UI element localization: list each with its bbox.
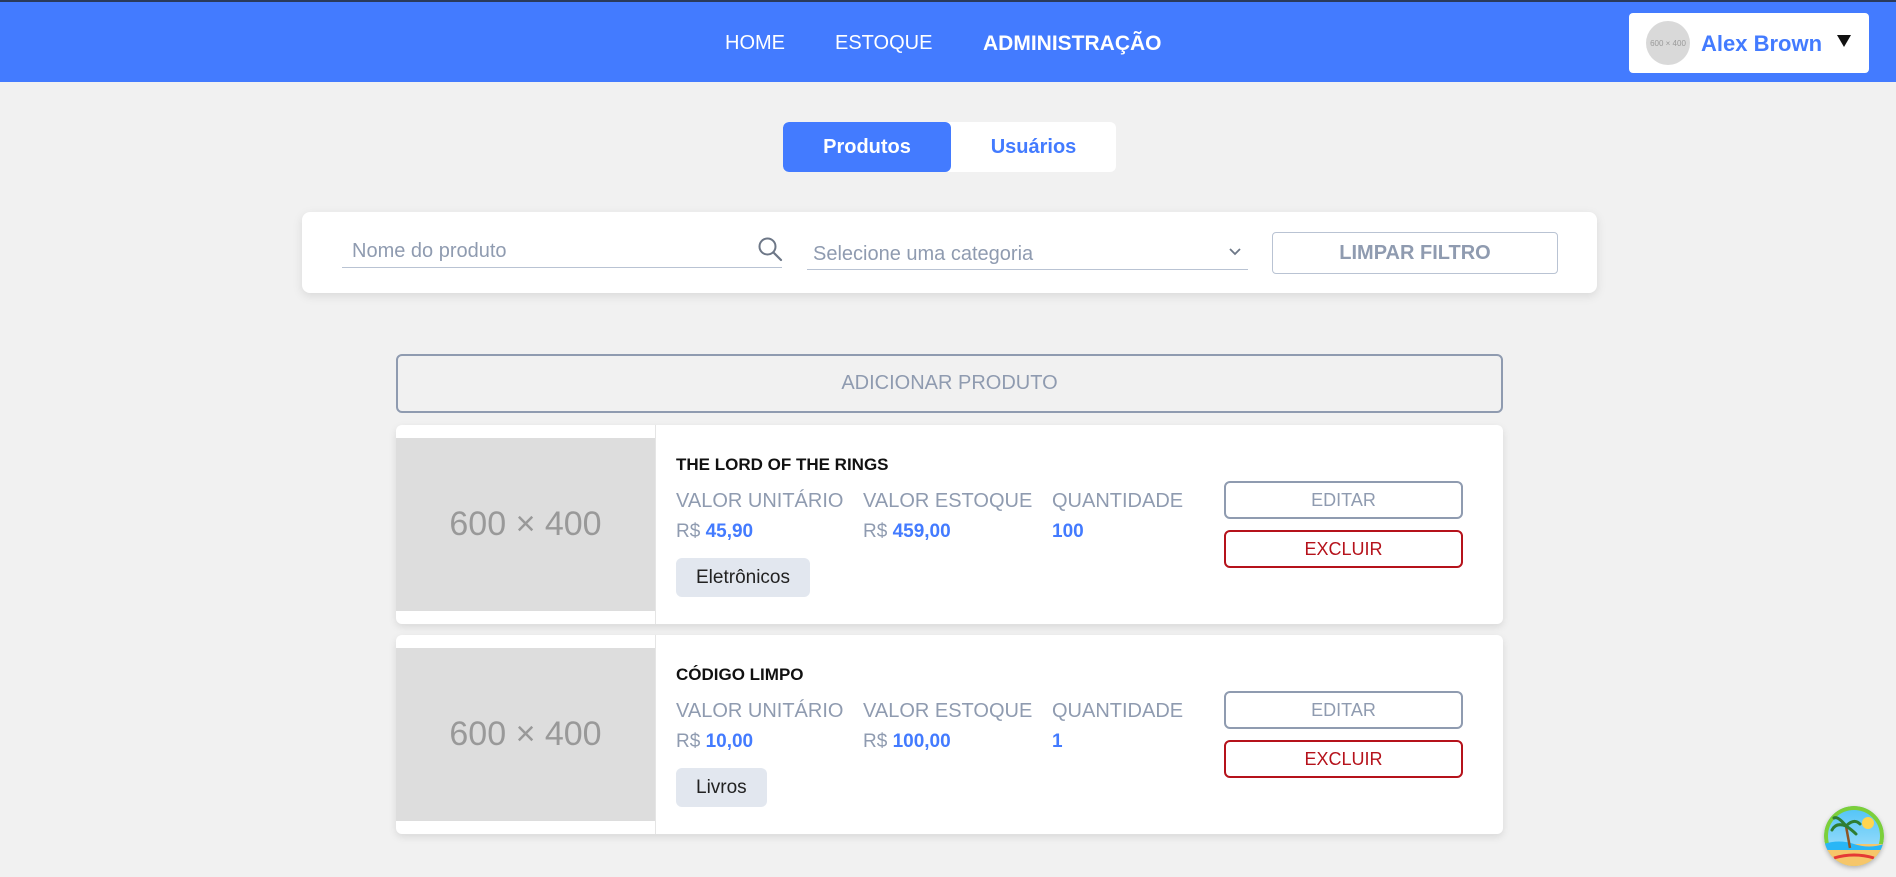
stock-value: R$ 100,00 [863,731,1032,753]
currency-symbol: R$ [676,731,701,752]
product-title: CÓDIGO LIMPO [676,665,804,684]
caret-down-icon [1837,35,1851,47]
product-title: THE LORD OF THE RINGS [676,455,889,474]
quantity-amount: 100 [1052,521,1084,542]
add-product-button[interactable]: ADICIONAR PRODUTO [396,354,1503,413]
stock-value: R$ 459,00 [863,521,1032,543]
avatar: 600 × 400 [1646,21,1690,65]
divider [655,635,656,834]
tab-produtos[interactable]: Produtos [783,122,951,172]
unit-value: R$ 45,90 [676,521,843,543]
stock-value-column: VALOR ESTOQUE R$ 100,00 [863,700,1032,753]
divider [655,425,656,624]
stock-value-label: VALOR ESTOQUE [863,700,1033,722]
nav-administracao-link[interactable]: ADMINISTRAÇÃO [983,32,1162,56]
currency-symbol: R$ [863,731,888,752]
user-menu-button[interactable]: 600 × 400 Alex Brown [1629,13,1869,73]
quantity-label: QUANTIDADE [1052,490,1184,512]
stock-value-amount: 459,00 [892,521,951,542]
stock-value-column: VALOR ESTOQUE R$ 459,00 [863,490,1032,543]
unit-value: R$ 10,00 [676,731,843,753]
quantity-label: QUANTIDADE [1052,700,1184,722]
quantity: 100 [1052,521,1183,543]
search-input[interactable] [352,238,742,264]
chevron-down-icon [1229,248,1241,256]
quantity-column: QUANTIDADE 1 [1052,700,1183,753]
unit-value-column: VALOR UNITÁRIO R$ 10,00 [676,700,843,753]
category-badge: Eletrônicos [676,558,810,597]
currency-symbol: R$ [676,521,701,542]
search-field [342,234,783,268]
unit-value-label: VALOR UNITÁRIO [676,700,844,722]
product-image: 600 × 400 [396,648,655,821]
user-name: Alex Brown [1701,31,1823,56]
unit-value-amount: 10,00 [705,731,754,752]
category-select-placeholder: Selecione uma categoria [813,243,1034,265]
product-card: 600 × 400 CÓDIGO LIMPO VALOR UNITÁRIO R$… [396,635,1503,834]
stock-value-amount: 100,00 [892,731,951,752]
unit-value-column: VALOR UNITÁRIO R$ 45,90 [676,490,843,543]
delete-button[interactable]: EXCLUIR [1224,740,1463,778]
search-icon[interactable] [757,236,783,262]
product-image: 600 × 400 [396,438,655,611]
unit-value-amount: 45,90 [705,521,754,542]
edit-button[interactable]: EDITAR [1224,691,1463,729]
tab-usuarios[interactable]: Usuários [951,122,1116,172]
filter-panel: Selecione uma categoria LIMPAR FILTRO [302,212,1597,293]
beach-avatar-icon[interactable] [1824,806,1884,866]
top-navbar: HOME ESTOQUE ADMINISTRAÇÃO 600 × 400 Ale… [0,0,1896,82]
delete-button[interactable]: EXCLUIR [1224,530,1463,568]
nav-estoque-link[interactable]: ESTOQUE [835,32,932,55]
edit-button[interactable]: EDITAR [1224,481,1463,519]
stock-value-label: VALOR ESTOQUE [863,490,1033,512]
product-card: 600 × 400 THE LORD OF THE RINGS VALOR UN… [396,425,1503,624]
admin-tabs: Produtos Usuários [783,122,1116,172]
currency-symbol: R$ [863,521,888,542]
category-badge: Livros [676,768,767,807]
quantity-amount: 1 [1052,731,1063,752]
clear-filter-button[interactable]: LIMPAR FILTRO [1272,232,1558,274]
category-select[interactable]: Selecione uma categoria [807,234,1248,270]
nav-home-link[interactable]: HOME [725,32,785,55]
unit-value-label: VALOR UNITÁRIO [676,490,844,512]
quantity-column: QUANTIDADE 100 [1052,490,1183,543]
quantity: 1 [1052,731,1183,753]
